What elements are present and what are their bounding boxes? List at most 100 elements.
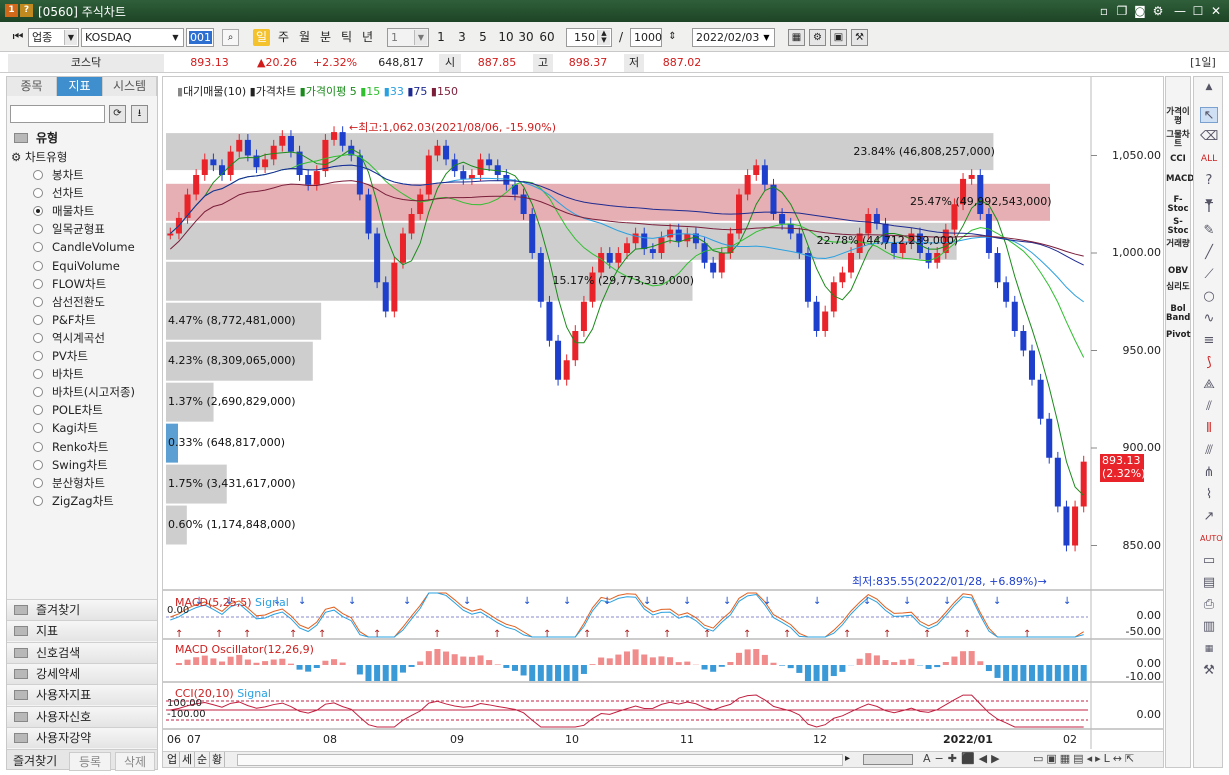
chart-type-option[interactable]: 봉차트	[33, 167, 84, 183]
document-icon[interactable]: ▤	[1200, 575, 1218, 591]
tab-indicators[interactable]: 지표	[57, 77, 103, 96]
indicator-shortcut[interactable]: 그물차트	[1166, 131, 1190, 149]
chart-nav-icons[interactable]: A−✚⬛◀▶	[923, 752, 1004, 765]
folder-item[interactable]: 신호검색	[7, 641, 157, 663]
market-name-select[interactable]: KOSDAQ ▼	[81, 28, 184, 47]
chart-type-option[interactable]: Renko차트	[33, 439, 108, 455]
pencil-icon[interactable]: ✎	[1200, 223, 1218, 239]
folder-item[interactable]: 즐겨찾기	[7, 599, 157, 620]
delete-button[interactable]: 삭제	[115, 752, 155, 771]
window-tool-icon[interactable]: ▭	[1200, 553, 1218, 569]
chart-type-option[interactable]: ZigZag차트	[33, 493, 114, 509]
indicator-shortcut[interactable]: 거래량	[1166, 240, 1190, 249]
chart-type-option[interactable]: EquiVolume	[33, 258, 120, 274]
chart-bottom-tab[interactable]: 황	[210, 752, 225, 767]
total-stepper-icon[interactable]: ⇕	[664, 29, 681, 46]
chart-area[interactable]: ↑ ↓ ↑ ↓ ↑ ↓ ↑ ↓ ↑ ↓ ↑ ↓ ↑ ↓ ↑ ↓ ↑ ↓ ↑ ↓ ↑ ↓ ↑ ↓ ↑ ↓ ↑ ↓ ↑ ↓ ↑ ↓ ↑ ↓ ↑ ↓ ↑ ↓ ↑ ↓…	[162, 76, 1164, 768]
chart-type-option[interactable]: 일목균형표	[33, 221, 105, 237]
bar-chart-icon[interactable]: ▥	[1200, 619, 1218, 635]
channel-tool-icon[interactable]: ≡	[1200, 333, 1218, 349]
tab-system[interactable]: 시스템	[103, 77, 157, 96]
line-tool-icon[interactable]: ╱	[1200, 245, 1218, 261]
trend-line-icon[interactable]: ⟋	[1200, 267, 1218, 283]
indicator-shortcut[interactable]: CCI	[1166, 155, 1190, 164]
chart-type-option[interactable]: 분산형차트	[33, 475, 105, 491]
indicator-shortcut[interactable]: Bol Band	[1166, 305, 1190, 323]
delete-all-icon[interactable]: ALL	[1200, 151, 1218, 167]
minimize-icon[interactable]: —	[1172, 3, 1188, 19]
fan-tool-icon[interactable]: ⟁	[1200, 377, 1218, 393]
tools-icon[interactable]: ⚒	[851, 29, 868, 46]
folder-item[interactable]: 강세약세	[7, 662, 157, 684]
chart-type-option[interactable]: 매물차트	[33, 203, 94, 219]
folder-item[interactable]: 사용자지표	[7, 684, 157, 706]
period-button-2[interactable]: 월	[296, 29, 313, 46]
chart-bottom-tab[interactable]: 업	[165, 752, 180, 767]
group-title[interactable]: 유형	[7, 129, 157, 147]
unit-select[interactable]: 1 ▼	[387, 28, 429, 47]
indicator-shortcut[interactable]: S-Stoc	[1166, 218, 1190, 236]
print-icon[interactable]: ⎙	[1200, 597, 1218, 613]
indicator-shortcut[interactable]: 심리도	[1166, 283, 1190, 292]
settings-icon[interactable]: ⚙	[1150, 3, 1166, 19]
help-icon[interactable]: ?	[1200, 173, 1218, 189]
wave-tool-icon[interactable]: ∿	[1200, 311, 1218, 327]
chart-scrollbar[interactable]	[237, 754, 843, 766]
download-icon[interactable]: ⭳	[131, 105, 148, 123]
parallel-tool-icon[interactable]: ⫻	[1200, 443, 1218, 459]
help-badge-icon[interactable]: ?	[20, 4, 33, 17]
chart-type-option[interactable]: 삼선전환도	[33, 294, 105, 310]
chart-type-icon[interactable]: ▦	[788, 29, 805, 46]
auto-tool-icon[interactable]: AUTO	[1200, 531, 1223, 547]
code-input[interactable]: 001	[186, 28, 214, 47]
quick-unit-button-4[interactable]: 30	[516, 29, 536, 46]
tree-root[interactable]: ⚙ 차트유형	[11, 149, 67, 165]
period-button-3[interactable]: 분	[317, 29, 334, 46]
tab-stocks[interactable]: 종목	[7, 77, 57, 96]
quick-unit-button-5[interactable]: 60	[537, 29, 557, 46]
link-icon[interactable]: ▫	[1096, 3, 1112, 19]
chart-type-option[interactable]: 바차트	[33, 366, 84, 382]
cursor-icon[interactable]: ↖	[1200, 107, 1218, 123]
indicator-shortcut[interactable]: MACD	[1166, 175, 1194, 184]
fibonacci-icon[interactable]: ⟆	[1200, 355, 1218, 371]
quick-unit-button-0[interactable]: 1	[433, 29, 449, 46]
chart-type-option[interactable]: FLOW차트	[33, 276, 106, 292]
eraser-icon[interactable]: ⌫	[1200, 129, 1218, 145]
pitchfork-icon[interactable]: ⋔	[1200, 465, 1218, 481]
chart-view-icons[interactable]: ▭▣▦▤◂▸L↔⇱	[1033, 752, 1137, 765]
gann-tool-icon[interactable]: ⫽	[1200, 399, 1218, 415]
indicator-shortcut[interactable]: Pivot	[1166, 331, 1191, 340]
indicator-shortcut[interactable]: OBV	[1166, 267, 1190, 276]
arrow-tool-icon[interactable]: ↗	[1200, 509, 1218, 525]
stepper-icon[interactable]: ▲ ▼	[597, 30, 610, 45]
chart-type-option[interactable]: P&F차트	[33, 312, 96, 328]
compare-icon[interactable]: ▦	[1200, 641, 1218, 657]
indicator-shortcut[interactable]: F-Stoc	[1166, 196, 1190, 214]
chart-type-option[interactable]: POLE차트	[33, 402, 103, 418]
indicator-search-input[interactable]	[10, 105, 105, 123]
quick-unit-button-1[interactable]: 3	[454, 29, 470, 46]
count-input[interactable]: 150 ▲ ▼	[566, 28, 612, 47]
tab-favorites[interactable]: 즐겨찾기	[13, 752, 57, 769]
text-tool-icon[interactable]: T	[1200, 201, 1218, 217]
folder-item[interactable]: 지표	[7, 620, 157, 642]
quick-unit-button-3[interactable]: 10	[496, 29, 516, 46]
folder-item[interactable]: 사용자신호	[7, 705, 157, 727]
zigzag-tool-icon[interactable]: ⌇	[1200, 487, 1218, 503]
chart-bottom-tab[interactable]: 순	[195, 752, 210, 767]
scroll-right-icon[interactable]: ▸	[845, 753, 850, 764]
chart-bottom-tab[interactable]: 세	[180, 752, 195, 767]
save-icon[interactable]: ▣	[830, 29, 847, 46]
chart-type-option[interactable]: Kagi차트	[33, 420, 98, 436]
copy-icon[interactable]: ❐	[1114, 3, 1130, 19]
prev-stock-icon[interactable]: ⏮	[8, 29, 28, 46]
period-button-0[interactable]: 일	[253, 29, 270, 46]
collapse-up-icon[interactable]: ▲	[1200, 79, 1218, 95]
period-button-1[interactable]: 주	[275, 29, 292, 46]
chart-type-option[interactable]: Swing차트	[33, 457, 108, 473]
stock-chart[interactable]: ↑↓↑↓↑↓↑↓↑↓↑↓↑↓↑↓↑↓↑↓↑↓↑↓↑↓↑↓↑↓↑↓↑↓↑↓↑↓↑↓	[163, 77, 1163, 767]
date-select[interactable]: 2022/02/03 ▼	[692, 28, 775, 47]
chart-type-option[interactable]: 선차트	[33, 185, 84, 201]
period-button-4[interactable]: 틱	[338, 29, 355, 46]
